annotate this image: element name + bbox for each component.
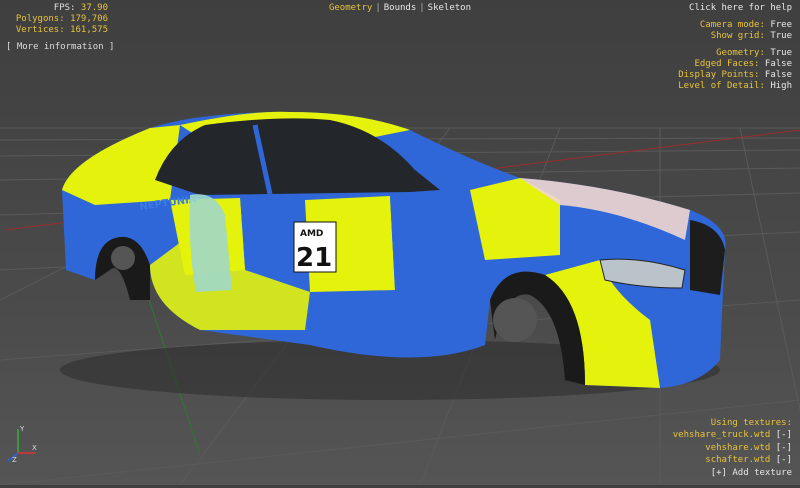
texture-item: schafter.wtd [-] <box>673 454 792 467</box>
textures-panel: Using textures: vehshare_truck.wtd [-] v… <box>673 417 792 480</box>
polygons-value: 179,706 <box>70 14 108 24</box>
vertices-label: Vertices: <box>15 25 65 35</box>
setting-edged-faces[interactable]: Edged Faces: False <box>678 59 792 70</box>
axis-label-y: Y <box>19 425 25 433</box>
setting-geometry[interactable]: Geometry: True <box>678 48 792 59</box>
axis-gizmo-icon: Y X Z <box>7 425 37 463</box>
setting-label: Display Points: <box>678 70 760 80</box>
setting-value: True <box>770 48 792 58</box>
setting-value: High <box>770 81 792 91</box>
polygons-label: Polygons: <box>15 14 65 24</box>
sponsor-logo: AMD <box>300 229 323 239</box>
3d-viewport[interactable]: AMD 21 NEPTUNIA FPS: 37.90 Polygons: 179… <box>0 0 800 486</box>
setting-level-of-detail[interactable]: Level of Detail: High <box>678 81 792 92</box>
setting-label: Edged Faces: <box>694 59 760 69</box>
remove-texture-button[interactable]: [-] <box>776 430 792 440</box>
setting-value: False <box>764 70 792 80</box>
axis-label-x: X <box>32 444 37 452</box>
setting-label: Show grid: <box>710 31 765 41</box>
tab-separator: | <box>375 3 381 13</box>
more-information-button[interactable]: [ More information ] <box>6 42 114 53</box>
vertices-row: Vertices: 161,575 <box>8 25 108 36</box>
remove-texture-button[interactable]: [-] <box>776 455 792 465</box>
setting-value: False <box>764 59 792 69</box>
textures-header: Using textures: <box>710 417 792 428</box>
setting-value: True <box>770 31 792 41</box>
setting-label: Level of Detail: <box>678 81 765 91</box>
setting-camera-mode[interactable]: Camera mode: Free <box>700 20 792 31</box>
setting-show-grid[interactable]: Show grid: True <box>700 31 792 42</box>
tab-separator: | <box>419 3 425 13</box>
car-model: AMD 21 NEPTUNIA <box>62 111 726 388</box>
texture-name: vehshare_truck.wtd <box>672 430 771 440</box>
texture-item: vehshare.wtd [-] <box>673 442 792 455</box>
setting-label: Geometry: <box>716 48 765 58</box>
setting-value: Free <box>770 20 792 30</box>
setting-label: Camera mode: <box>699 20 765 30</box>
tab-skeleton[interactable]: Skeleton <box>428 3 471 13</box>
vertices-value: 161,575 <box>70 25 108 35</box>
tab-geometry[interactable]: Geometry <box>329 3 372 13</box>
setting-display-points[interactable]: Display Points: False <box>678 70 792 81</box>
axis-label-z: Z <box>12 456 17 463</box>
remove-texture-button[interactable]: [-] <box>776 443 792 453</box>
tab-bounds[interactable]: Bounds <box>384 3 417 13</box>
polygons-row: Polygons: 179,706 <box>8 14 108 25</box>
front-brake-disc <box>493 298 537 342</box>
camera-settings: Camera mode: Free Show grid: True <box>700 20 792 42</box>
display-settings: Geometry: True Edged Faces: False Displa… <box>678 48 792 92</box>
texture-name: schafter.wtd <box>705 455 771 465</box>
view-tabs: Geometry | Bounds | Skeleton <box>0 3 800 14</box>
race-number: 21 <box>296 243 332 273</box>
add-texture-button[interactable]: [+] Add texture <box>673 467 792 480</box>
texture-item: vehshare_truck.wtd [-] <box>673 429 792 442</box>
help-link[interactable]: Click here for help <box>689 3 792 14</box>
texture-name: vehshare.wtd <box>705 442 771 453</box>
